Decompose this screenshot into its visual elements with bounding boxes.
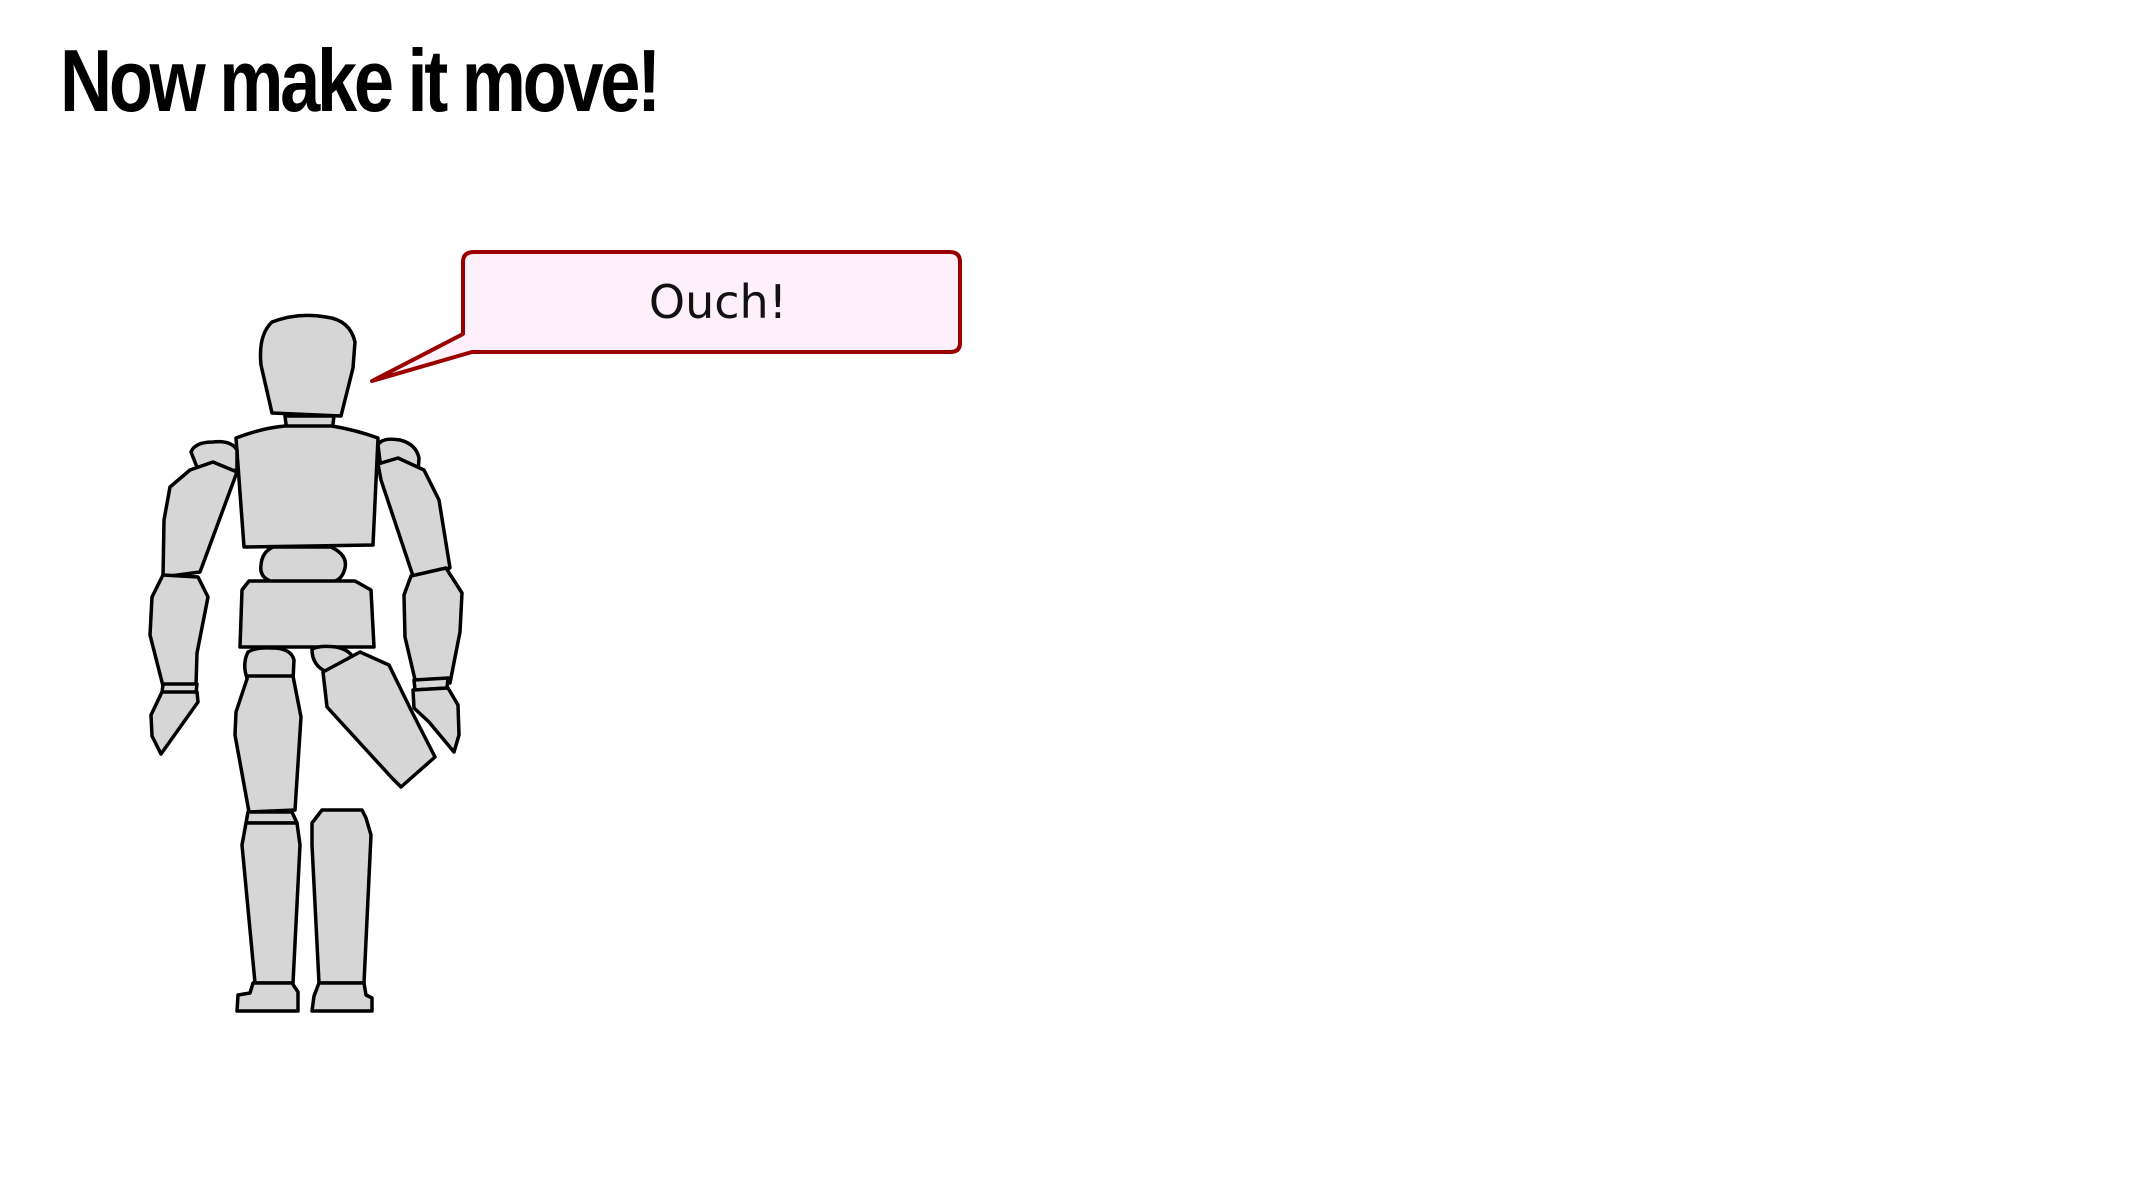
mannequin-waist [259, 545, 348, 584]
wooden-mannequin-icon [148, 313, 464, 1013]
speech-bubble-text: Ouch! [649, 275, 787, 329]
mannequin-left-shin [240, 821, 302, 985]
mannequin-head [258, 313, 357, 418]
mannequin-right-foot [310, 981, 374, 1013]
mannequin-pelvis [238, 579, 376, 649]
mannequin-left-hand [149, 690, 200, 756]
mannequin-right-upper-arm [376, 456, 452, 578]
mannequin-right-forearm [402, 566, 464, 686]
mannequin-right-shin [310, 808, 373, 985]
mannequin-diagram: Ouch! [148, 250, 962, 1013]
mannequin-left-foot [235, 981, 300, 1013]
mannequin-left-upper-arm [161, 460, 239, 579]
mannequin-left-forearm [148, 573, 210, 688]
mannequin-chest [234, 424, 380, 549]
mannequin-left-thigh [233, 674, 303, 814]
speech-bubble: Ouch! [370, 250, 962, 383]
